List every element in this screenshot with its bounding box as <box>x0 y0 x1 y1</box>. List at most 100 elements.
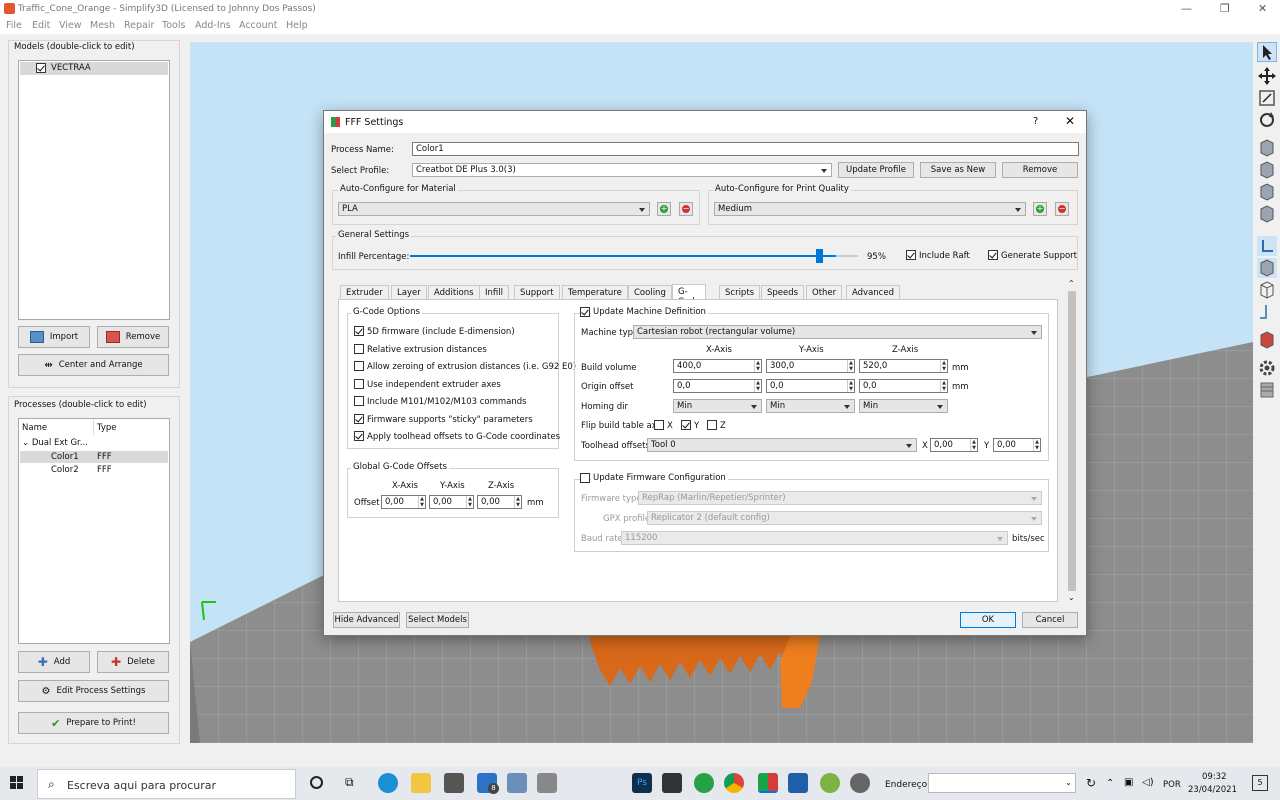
toolhead-y-input[interactable]: 0,00 <box>993 438 1041 452</box>
tab-additions[interactable]: Additions <box>428 285 480 300</box>
tab-gcode[interactable]: G-Code <box>672 284 706 307</box>
menu-repair[interactable]: Repair <box>124 20 154 31</box>
remove-material-button[interactable]: − <box>679 202 693 216</box>
cortana-icon[interactable] <box>310 776 323 789</box>
gcode-option-checkbox[interactable] <box>354 361 364 371</box>
flip-y-checkbox[interactable] <box>681 420 691 430</box>
build-volume-x-input[interactable]: 400,0 <box>673 359 762 373</box>
add-quality-button[interactable]: + <box>1033 202 1047 216</box>
notification-center-icon[interactable]: 5 <box>1252 775 1268 791</box>
file-explorer-icon[interactable] <box>411 773 431 793</box>
menu-account[interactable]: Account <box>239 20 277 31</box>
menu-view[interactable]: View <box>59 20 82 31</box>
infill-slider-track[interactable] <box>410 249 858 263</box>
chevron-up-icon[interactable]: ⌃ <box>1106 778 1114 789</box>
column-name-header[interactable]: Name <box>22 423 47 433</box>
axes-icon[interactable] <box>1257 236 1277 256</box>
menu-help[interactable]: Help <box>286 20 308 31</box>
gcode-option-checkbox[interactable] <box>354 343 364 354</box>
view-front-icon[interactable] <box>1257 138 1277 158</box>
tab-advanced[interactable]: Advanced <box>846 285 900 300</box>
import-button[interactable]: Import <box>18 326 90 348</box>
hide-advanced-button[interactable]: Hide Advanced <box>333 612 400 628</box>
flip-x-checkbox[interactable] <box>654 420 664 430</box>
scroll-up-icon[interactable]: ⌃ <box>1068 279 1075 288</box>
select-tool-icon[interactable] <box>1257 42 1277 62</box>
select-models-button[interactable]: Select Models <box>406 612 469 628</box>
layers-icon[interactable] <box>1257 380 1277 400</box>
origin-x-input[interactable]: 0,0 <box>673 379 762 393</box>
gcode-option-checkbox[interactable] <box>354 378 364 389</box>
language-indicator[interactable]: POR <box>1163 780 1181 790</box>
chevron-down-icon[interactable]: ⌄ <box>1065 778 1072 787</box>
flip-z-checkbox[interactable] <box>707 420 717 430</box>
offset-y-input[interactable]: 0,00 <box>429 495 474 509</box>
table-row[interactable]: Color2 FFF <box>20 464 168 476</box>
add-material-button[interactable]: + <box>657 202 671 216</box>
restore-icon[interactable]: ❐ <box>1220 2 1230 15</box>
address-input[interactable]: ⌄ <box>928 773 1076 793</box>
photoshop-icon[interactable]: Ps <box>632 773 652 793</box>
tab-cooling[interactable]: Cooling <box>628 285 672 300</box>
view-top-icon[interactable] <box>1257 160 1277 180</box>
generate-support-checkbox[interactable] <box>988 250 998 260</box>
clock-time[interactable]: 09:32 <box>1202 772 1227 782</box>
gcode-option-checkbox[interactable] <box>354 326 364 336</box>
tab-support[interactable]: Support <box>514 285 560 300</box>
center-arrange-button[interactable]: ⇹ Center and Arrange <box>18 354 169 376</box>
offset-z-input[interactable]: 0,00 <box>477 495 522 509</box>
settings-app-icon[interactable] <box>507 773 527 793</box>
network-icon[interactable]: ▣ <box>1124 777 1133 788</box>
help-icon[interactable]: ? <box>1033 116 1038 127</box>
close-window-icon[interactable]: ✕ <box>1258 2 1267 15</box>
processes-list[interactable]: Name Type ⌄ Dual Ext Gr... Color1 FFF Co… <box>18 418 170 644</box>
menu-addins[interactable]: Add-Ins <box>195 20 231 31</box>
infill-slider-thumb[interactable] <box>815 249 823 263</box>
scroll-down-icon[interactable]: ⌄ <box>1068 593 1075 602</box>
firmware-type-select[interactable]: RepRap (Marlin/Repetier/Sprinter) <box>638 491 1042 505</box>
prepare-to-print-button[interactable]: ✔ Prepare to Print! <box>18 712 169 734</box>
update-profile-button[interactable]: Update Profile <box>838 162 914 178</box>
tab-scripts[interactable]: Scripts <box>719 285 761 300</box>
axis-indicator-icon[interactable] <box>1257 302 1277 322</box>
origin-y-input[interactable]: 0,0 <box>766 379 855 393</box>
menu-edit[interactable]: Edit <box>32 20 50 31</box>
update-firmware-checkbox[interactable] <box>580 473 590 483</box>
menu-file[interactable]: File <box>6 20 22 31</box>
scale-tool-icon[interactable] <box>1257 88 1277 108</box>
gcode-option-checkbox[interactable] <box>354 431 364 441</box>
toolhead-x-input[interactable]: 0,00 <box>930 438 978 452</box>
column-type-header[interactable]: Type <box>97 423 117 433</box>
windows-start-icon[interactable] <box>10 776 24 793</box>
tab-speeds[interactable]: Speeds <box>761 285 805 300</box>
photos-icon[interactable] <box>662 773 682 793</box>
refresh-icon[interactable]: ↻ <box>1086 776 1096 790</box>
view-right-icon[interactable] <box>1257 204 1277 224</box>
solid-view-icon[interactable] <box>1257 258 1277 278</box>
rotate-tool-icon[interactable] <box>1257 110 1277 130</box>
minimize-icon[interactable]: — <box>1181 2 1192 15</box>
edge-icon[interactable] <box>378 773 398 793</box>
edit-process-button[interactable]: ⚙ Edit Process Settings <box>18 680 169 702</box>
save-as-new-button[interactable]: Save as New <box>920 162 996 178</box>
origin-z-input[interactable]: 0,0 <box>859 379 948 393</box>
dialog-close-icon[interactable]: ✕ <box>1065 114 1075 128</box>
delete-process-button[interactable]: ✚ Delete <box>97 651 169 673</box>
ok-button[interactable]: OK <box>960 612 1016 628</box>
update-machine-checkbox[interactable] <box>580 307 590 317</box>
tab-extruder[interactable]: Extruder <box>340 285 389 300</box>
remove-quality-button[interactable]: − <box>1055 202 1069 216</box>
store-icon[interactable] <box>444 773 464 793</box>
gpx-profile-select[interactable]: Replicator 2 (default config) <box>647 511 1042 525</box>
baud-rate-select[interactable]: 115200 <box>621 531 1008 545</box>
gcode-option-checkbox[interactable] <box>354 396 364 406</box>
view-left-icon[interactable] <box>1257 182 1277 202</box>
chevron-down-icon[interactable]: ⌄ <box>22 438 32 448</box>
models-list[interactable]: VECTRAA <box>18 60 170 320</box>
dialog-scrollbar[interactable]: ⌃ ⌄ <box>1067 279 1077 606</box>
tab-layer[interactable]: Layer <box>391 285 427 300</box>
task-view-icon[interactable]: ⧉ <box>345 775 354 790</box>
toolhead-select[interactable]: Tool 0 <box>647 438 917 452</box>
model-checkbox[interactable] <box>36 63 46 73</box>
photo-viewer-icon[interactable] <box>788 773 808 793</box>
